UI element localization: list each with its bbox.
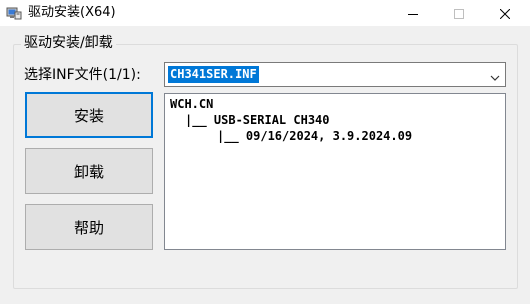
close-icon: [499, 4, 511, 23]
driver-install-window: 驱动安装(X64) 驱动安装/卸载 选择INF文件(1/1): CH341SER…: [0, 0, 530, 304]
driver-info-list[interactable]: WCH.CN |__ USB-SERIAL CH340 |__ 09/16/20…: [164, 93, 506, 250]
inf-select-label: 选择INF文件(1/1):: [24, 67, 141, 83]
uninstall-button[interactable]: 卸载: [25, 148, 153, 194]
driver-version-line: |__ 09/16/2024, 3.9.2024.09: [217, 129, 413, 143]
maximize-icon: [454, 4, 464, 23]
inf-file-dropdown[interactable]: CH341SER.INF: [164, 62, 506, 87]
driver-setup-icon: [6, 5, 22, 21]
window-title: 驱动安装(X64): [28, 5, 116, 20]
group-label: 驱动安装/卸载: [21, 34, 116, 52]
title-bar[interactable]: 驱动安装(X64): [0, 0, 530, 26]
chevron-down-icon[interactable]: [489, 69, 501, 81]
driver-device-line: |__ USB-SERIAL CH340: [185, 113, 330, 127]
minimize-button[interactable]: [390, 0, 436, 26]
maximize-button: [436, 0, 482, 26]
help-button[interactable]: 帮助: [25, 204, 153, 250]
inf-file-selected-value: CH341SER.INF: [168, 66, 259, 83]
close-button[interactable]: [482, 0, 528, 26]
driver-vendor-line: WCH.CN: [170, 97, 214, 111]
minimize-icon: [408, 4, 418, 23]
install-button[interactable]: 安装: [25, 92, 153, 138]
